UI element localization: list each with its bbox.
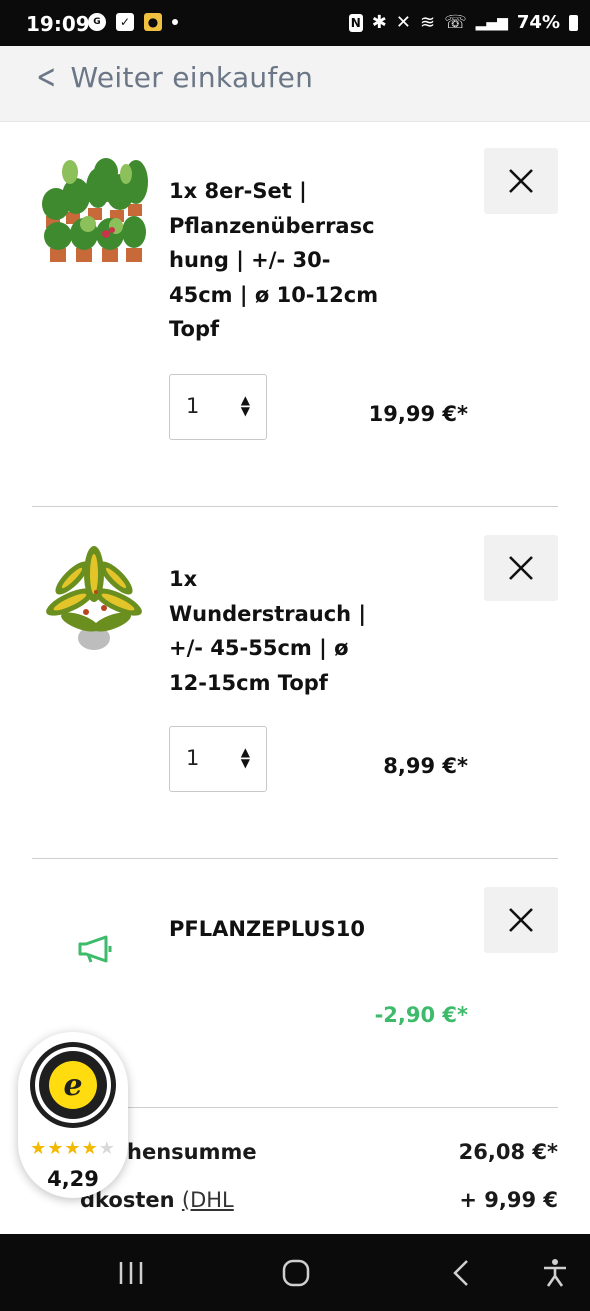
app-icon: ● [144,13,162,31]
cart-item: 1x Wunderstrauch | +/- 45-55cm | ø 12-15… [32,534,558,804]
trusted-shops-badge[interactable]: e ★★★★★ 4,29 [18,1032,128,1198]
battery-icon [569,14,578,31]
home-button[interactable] [279,1256,313,1290]
shipping-method-link[interactable]: (DHL [182,1188,234,1212]
signal-icon: ▂▄▆ [475,14,508,31]
back-link[interactable]: < Weiter einkaufen [32,60,313,94]
close-icon [509,169,533,193]
item-price: 8,99 €* [383,754,468,778]
battery-level: 74% [516,12,560,33]
gigabit-icon: G [88,13,106,31]
back-icon [453,1260,468,1286]
recent-apps-button[interactable] [114,1256,148,1290]
remove-item-button[interactable] [484,148,558,214]
subtotal-label: hensumme [127,1140,257,1164]
quantity-value: 1 [186,746,200,770]
quantity-value: 1 [186,394,200,418]
plant-set-image [40,152,148,262]
home-icon [282,1259,310,1287]
shipping-value: + 9,99 € [459,1188,558,1212]
accessibility-button[interactable] [538,1256,572,1290]
bluetooth-icon: ✱ [371,12,387,33]
cut-off-text: ▁▁▁▁▁ ▁▁▁▁▁▁ ▁▁ [32,1222,223,1232]
trusted-shops-seal-icon: e [30,1042,116,1128]
accessibility-icon [544,1259,566,1287]
header-bar: < Weiter einkaufen [0,46,590,122]
status-time: 19:09 [26,12,90,36]
remove-item-button[interactable] [484,535,558,601]
megaphone-icon [78,935,112,963]
recent-apps-icon [119,1262,143,1284]
select-arrows-icon: ▲ ▼ [240,745,250,770]
chevron-left-icon: < [36,57,57,97]
rating-stars: ★★★★★ [30,1138,116,1159]
item-price: 19,99 €* [368,402,468,426]
mute-icon: ✕ [395,12,411,33]
back-link-label: Weiter einkaufen [70,60,314,94]
select-arrows-icon: ▲ ▼ [240,393,250,418]
cart-item: 1x 8er-Set | Pflanzenüberrasc hung | +/-… [32,146,558,446]
quantity-select[interactable]: 1 ▲ ▼ [169,726,267,792]
wifi-icon: ≋ [419,12,436,33]
croton-plant-image [40,542,148,652]
divider [32,858,558,859]
status-bar: 19:09 G ✓ ● N ✱ ✕ ≋ ☏ ▂▄▆ 74% [0,0,590,46]
dot-icon [172,19,178,25]
svg-text:e: e [63,1068,82,1103]
rating-value: 4,29 [47,1167,99,1191]
volte-icon: ☏ [444,12,467,33]
system-nav-bar [0,1234,590,1311]
remove-coupon-button[interactable] [484,887,558,953]
subtotal-value: 26,08 €* [458,1140,558,1164]
item-title: 1x Wunderstrauch | +/- 45-55cm | ø 12-15… [169,567,367,695]
quantity-select[interactable]: 1 ▲ ▼ [169,374,267,440]
checkbox-icon: ✓ [116,13,134,31]
close-icon [509,556,533,580]
nfc-icon: N [348,13,363,32]
coupon-code: PFLANZEPLUS10 [169,917,365,941]
back-button[interactable] [444,1256,478,1290]
divider [32,506,558,507]
item-title: 1x 8er-Set | Pflanzenüberrasc hung | +/-… [169,179,379,341]
coupon-discount: -2,90 €* [374,1003,468,1027]
close-icon [509,908,533,932]
